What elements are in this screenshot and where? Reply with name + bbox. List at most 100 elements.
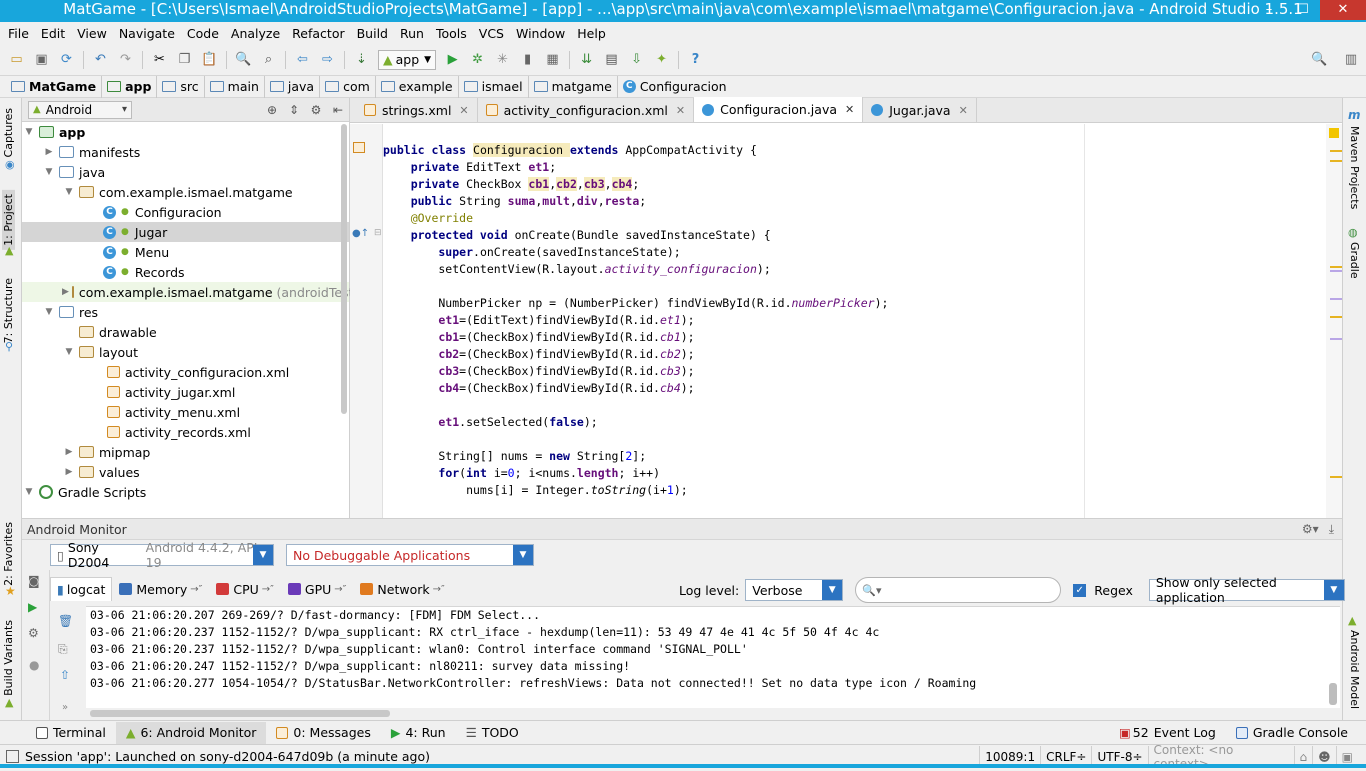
close-icon[interactable]: ✕ [1320, 0, 1366, 20]
expand-arrow-icon[interactable]: ▶ [42, 147, 56, 157]
project-tool-tab[interactable]: 1: Project [2, 190, 15, 250]
menu-file[interactable]: File [2, 26, 35, 41]
maven-projects-tool-tab[interactable]: Maven Projects [1348, 126, 1361, 209]
hide-panel-icon[interactable]: ⤓ [1329, 522, 1334, 537]
clear-logcat-icon[interactable]: 🗑 [58, 614, 73, 628]
menu-help[interactable]: Help [571, 26, 612, 41]
tree-node-jugar[interactable]: C ● Jugar [22, 222, 349, 242]
tab-gpu[interactable]: GPU →″ [281, 577, 354, 601]
tree-node-activity-configuracion-xml[interactable]: activity_configuracion.xml [22, 362, 349, 382]
breadcrumb-example[interactable]: example [376, 75, 459, 98]
breadcrumb-java[interactable]: java [265, 75, 321, 98]
restart-icon[interactable]: ⎘ [58, 642, 68, 657]
tab-jugar-java[interactable]: Jugar.java ✕ [863, 98, 977, 122]
fold-icon[interactable]: ⊟ [374, 228, 382, 238]
hide-panel-icon[interactable]: ⇤ [327, 103, 349, 117]
project-scrollbar[interactable] [341, 124, 347, 414]
tab-todo[interactable]: ☰ TODO [456, 722, 529, 744]
sdk-manager-icon[interactable]: ⇩ [626, 49, 648, 71]
tab-network[interactable]: Network →″ [353, 577, 451, 601]
tree-node-drawable[interactable]: drawable [22, 322, 349, 342]
save-all-icon[interactable]: ▣ [31, 49, 53, 71]
editor-gutter[interactable]: ●↑ ⊟ [350, 124, 383, 518]
collapse-all-icon[interactable]: ⇕ [283, 103, 305, 117]
attach-debugger-icon[interactable]: ✳ [492, 49, 514, 71]
breadcrumb-ismael[interactable]: ismael [459, 75, 529, 98]
tree-node-values[interactable]: ▶ values [22, 462, 349, 482]
replace-icon[interactable]: ⌕ [258, 49, 280, 71]
cut-icon[interactable]: ✂ [149, 49, 171, 71]
run-icon[interactable]: ▶ [442, 49, 464, 71]
gradle-sync-icon[interactable]: ⇊ [576, 49, 598, 71]
maximize-icon[interactable]: ☐ [1286, 0, 1320, 20]
tree-node-records[interactable]: C ● Records [22, 262, 349, 282]
find-icon[interactable]: 🔍 [233, 49, 255, 71]
tree-node-mipmap[interactable]: ▶ mipmap [22, 442, 349, 462]
menu-refactor[interactable]: Refactor [286, 26, 350, 41]
log-level-select[interactable]: Verbose ▼ [745, 579, 844, 601]
menu-code[interactable]: Code [181, 26, 225, 41]
expand-arrow-icon[interactable]: ▶ [62, 447, 76, 457]
redo-icon[interactable]: ↷ [115, 49, 137, 71]
expand-arrow-icon[interactable]: ▼ [62, 347, 76, 357]
system-info-icon[interactable]: ⚙ [28, 626, 39, 640]
tree-node-java[interactable]: ▼ java [22, 162, 349, 182]
undo-icon[interactable]: ↶ [90, 49, 112, 71]
back-icon[interactable]: ⇦ [292, 49, 314, 71]
expand-arrow-icon[interactable]: ▼ [22, 487, 36, 497]
gradle-tool-tab[interactable]: Gradle [1348, 242, 1361, 279]
run-config-select[interactable]: ▲ app ▼ [378, 49, 437, 70]
gear-icon[interactable]: ⚙▾ [1302, 522, 1319, 536]
logcat-vertical-scrollbar[interactable] [1329, 683, 1337, 705]
logcat-output[interactable]: 03-06 21:06:20.207 269-269/? D/fast-dorm… [86, 606, 1340, 708]
expand-arrow-icon[interactable]: ▼ [22, 127, 36, 137]
menu-view[interactable]: View [71, 26, 113, 41]
menu-window[interactable]: Window [510, 26, 571, 41]
favorites-tool-tab[interactable]: 2: Favorites [2, 522, 15, 586]
layout-icon[interactable]: ▥ [1340, 49, 1362, 71]
expand-arrow-icon[interactable]: ▶ [62, 287, 69, 297]
avd-manager-icon[interactable]: ▤ [601, 49, 623, 71]
breadcrumb-src[interactable]: src [157, 75, 205, 98]
android-model-tool-tab[interactable]: Android Model [1348, 630, 1361, 709]
hide-tool-windows-icon[interactable] [6, 750, 19, 763]
menu-navigate[interactable]: Navigate [113, 26, 181, 41]
logcat-search-input[interactable] [885, 583, 1046, 597]
expand-arrow-icon[interactable]: ▼ [62, 187, 76, 197]
close-tab-icon[interactable]: ✕ [459, 104, 468, 117]
app-select[interactable]: No Debuggable Applications ▼ [286, 544, 534, 566]
menu-edit[interactable]: Edit [35, 26, 71, 41]
sync-icon[interactable]: ⟳ [56, 49, 78, 71]
tree-node-activity-jugar-xml[interactable]: activity_jugar.xml [22, 382, 349, 402]
expand-arrow-icon[interactable]: ▼ [42, 167, 56, 177]
tab-event-log[interactable]: ▣ 52 Event Log [1109, 722, 1226, 744]
close-tab-icon[interactable]: ✕ [845, 103, 854, 116]
android-device-monitor-icon[interactable]: ✦ [651, 49, 673, 71]
menu-build[interactable]: Build [351, 26, 394, 41]
scroll-from-source-icon[interactable]: ⊕ [261, 103, 283, 117]
menu-analyze[interactable]: Analyze [225, 26, 286, 41]
device-select[interactable]: ▯ Sony D2004 Android 4.4.2, API 19 ▼ [50, 540, 274, 570]
search-everywhere-icon[interactable]: 🔍 [1309, 49, 1331, 71]
tab-activity-configuracion-xml[interactable]: activity_configuracion.xml ✕ [478, 98, 695, 122]
breadcrumb-matgame[interactable]: MatGame [6, 75, 103, 98]
forward-icon[interactable]: ⇨ [317, 49, 339, 71]
tree-node-configuracion[interactable]: C ● Configuracion [22, 202, 349, 222]
tree-node-layout[interactable]: ▼ layout [22, 342, 349, 362]
regex-checkbox[interactable]: ✓ [1073, 583, 1087, 597]
breadcrumb-configuracion[interactable]: C Configuracion [618, 76, 732, 98]
tree-node-manifests[interactable]: ▶ manifests [22, 142, 349, 162]
tree-node-app[interactable]: ▼ app [22, 122, 349, 142]
tab-terminal[interactable]: Terminal [26, 722, 116, 744]
menu-vcs[interactable]: VCS [473, 26, 510, 41]
logcat-search-field[interactable]: 🔍▾ [855, 577, 1062, 603]
help-icon[interactable]: ? [685, 49, 707, 71]
make-project-icon[interactable]: ⇣ [351, 49, 373, 71]
breadcrumb-main[interactable]: main [205, 75, 265, 98]
tree-node-menu[interactable]: C ● Menu [22, 242, 349, 262]
open-folder-icon[interactable]: ▭ [6, 49, 28, 71]
expand-arrow-icon[interactable]: ▶ [62, 467, 76, 477]
menu-run[interactable]: Run [394, 26, 430, 41]
more-icon[interactable]: » [62, 702, 68, 713]
gear-icon[interactable]: ⚙ [305, 103, 327, 117]
